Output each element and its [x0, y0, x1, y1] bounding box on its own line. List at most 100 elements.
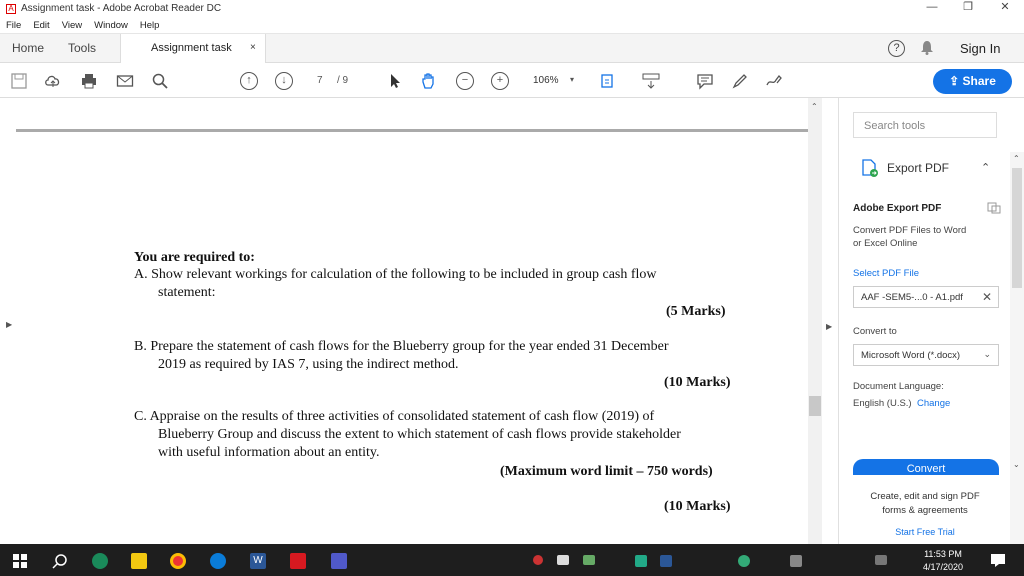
remove-file-icon[interactable]: ✕: [982, 290, 992, 304]
tray-icon-3[interactable]: [583, 555, 595, 565]
format-selected-value: Microsoft Word (*.docx): [861, 350, 961, 361]
acrobat-taskbar-icon[interactable]: [290, 553, 306, 569]
comment-icon[interactable]: [696, 72, 714, 90]
zoom-dropdown-chevron-icon[interactable]: ▾: [570, 75, 574, 84]
system-clock[interactable]: 11:53 PM 4/17/2020: [918, 548, 968, 574]
notification-bell-icon[interactable]: [920, 40, 934, 55]
help-icon[interactable]: ?: [888, 40, 905, 57]
document-scrollbar[interactable]: ⌃: [808, 98, 822, 544]
print-icon[interactable]: [80, 72, 98, 90]
adobe-export-heading: Adobe Export PDF: [853, 203, 942, 214]
language-value: English (U.S.): [853, 398, 912, 409]
document-language-label: Document Language:: [853, 381, 944, 392]
window-title: Assignment task - Adobe Acrobat Reader D…: [21, 3, 222, 14]
menu-window[interactable]: Window: [94, 20, 128, 31]
tools-pane-scroll-thumb[interactable]: [1012, 168, 1022, 288]
chrome-icon[interactable]: [170, 553, 186, 569]
convert-button[interactable]: Convert: [853, 459, 999, 475]
menu-edit[interactable]: Edit: [33, 20, 49, 31]
tools-pane-scrollbar[interactable]: ⌃ ⌄: [1010, 152, 1024, 544]
word-icon[interactable]: W: [250, 553, 266, 569]
teams-icon[interactable]: [331, 553, 347, 569]
security-shield-icon[interactable]: [738, 555, 750, 567]
select-pdf-file-link[interactable]: Select PDF File: [853, 268, 919, 279]
menu-file[interactable]: File: [6, 20, 21, 31]
format-select[interactable]: Microsoft Word (*.docx) ⌄: [853, 344, 999, 366]
save-icon[interactable]: [10, 72, 28, 90]
tab-document[interactable]: Assignment task ×: [120, 34, 266, 63]
close-window-button[interactable]: ✕: [990, 0, 1020, 17]
next-page-icon[interactable]: ↓: [275, 72, 293, 90]
question-a-marks: (5 Marks): [666, 304, 726, 319]
left-pane-toggle-icon[interactable]: ▶: [6, 320, 12, 329]
menu-view[interactable]: View: [62, 20, 82, 31]
sign-in-button[interactable]: Sign In: [960, 41, 1000, 56]
fit-page-icon[interactable]: [599, 72, 617, 90]
share-label: Share: [962, 74, 996, 88]
notifications-icon[interactable]: [990, 552, 1006, 568]
format-chevron-down-icon: ⌄: [983, 349, 991, 359]
maximize-button[interactable]: ❐: [953, 0, 983, 17]
email-icon[interactable]: [116, 72, 134, 90]
select-cursor-icon[interactable]: [386, 72, 404, 90]
scroll-up-icon[interactable]: ⌃: [811, 102, 818, 111]
edge-icon[interactable]: [210, 553, 226, 569]
network-icon[interactable]: [875, 555, 887, 565]
file-explorer-icon[interactable]: [131, 553, 147, 569]
search-icon[interactable]: [151, 72, 169, 90]
tray-icon-5[interactable]: [660, 555, 672, 567]
clock-time: 11:53 PM: [924, 549, 962, 559]
scroll-mode-icon[interactable]: [642, 72, 660, 90]
question-b-line2: 2019 as required by IAS 7, using the ind…: [158, 357, 459, 372]
tab-home[interactable]: Home: [12, 41, 44, 55]
document-tab-label: Assignment task: [151, 42, 232, 54]
page-total: / 9: [337, 75, 349, 86]
zoom-level-select[interactable]: 106%: [533, 75, 559, 86]
taskbar-search-icon[interactable]: [52, 553, 68, 569]
document-tab-close-icon[interactable]: ×: [250, 42, 256, 53]
pane-scroll-down-icon[interactable]: ⌄: [1013, 460, 1020, 469]
share-icon: ⇪: [949, 74, 963, 88]
highlight-pen-icon[interactable]: [731, 72, 749, 90]
tray-icon-1[interactable]: [533, 555, 543, 565]
start-free-trial-link[interactable]: Start Free Trial: [839, 527, 1011, 537]
export-info-icon[interactable]: [987, 201, 1001, 215]
windows-start-icon[interactable]: [13, 554, 27, 568]
right-pane-toggle-icon[interactable]: ▶: [826, 322, 832, 331]
promo-line2: forms & agreements: [882, 505, 968, 516]
collapse-chevron-icon[interactable]: ⌃: [981, 161, 990, 174]
windows-taskbar: W 11:53 PM 4/17/2020: [0, 544, 1024, 576]
volume-icon[interactable]: [790, 555, 802, 567]
cloud-upload-icon[interactable]: [44, 72, 62, 90]
change-language-link[interactable]: Change: [917, 398, 950, 409]
promo-line1: Create, edit and sign PDF: [870, 491, 980, 502]
previous-page-icon[interactable]: ↑: [240, 72, 258, 90]
export-pdf-title[interactable]: Export PDF: [887, 161, 949, 175]
export-pdf-icon: [862, 159, 878, 177]
question-c-marks: (10 Marks): [664, 499, 731, 514]
tools-pane: Search tools Export PDF ⌃ Adobe Export P…: [838, 98, 1010, 544]
question-b-marks: (10 Marks): [664, 375, 731, 390]
tab-tools[interactable]: Tools: [68, 41, 96, 55]
document-viewport[interactable]: You are required to: A. Show relevant wo…: [0, 98, 838, 544]
page-number-input[interactable]: 7: [317, 75, 323, 86]
taskbar-app-icon[interactable]: [92, 553, 108, 569]
zoom-in-icon[interactable]: +: [491, 72, 509, 90]
hand-tool-icon[interactable]: [420, 72, 438, 90]
sign-icon[interactable]: [765, 72, 783, 90]
minimize-button[interactable]: —: [917, 0, 947, 17]
zoom-out-icon[interactable]: −: [456, 72, 474, 90]
share-button[interactable]: ⇪ Share: [933, 69, 1012, 94]
instructions-heading: You are required to:: [134, 250, 255, 265]
selected-file-field[interactable]: AAF -SEM5-...0 - A1.pdf ✕: [853, 286, 999, 308]
search-tools-input[interactable]: Search tools: [853, 112, 997, 138]
tab-bar: Home Tools Assignment task × ? Sign In: [0, 34, 1024, 63]
document-scroll-thumb[interactable]: [809, 396, 821, 416]
tray-icon-2[interactable]: [557, 555, 569, 565]
menu-help[interactable]: Help: [140, 20, 160, 31]
menu-bar: File Edit View Window Help: [0, 17, 1024, 34]
pane-scroll-up-icon[interactable]: ⌃: [1013, 154, 1020, 163]
question-a-line2: statement:: [158, 285, 216, 300]
question-c-line3: with useful information about an entity.: [158, 445, 380, 460]
tray-icon-4[interactable]: [635, 555, 647, 567]
